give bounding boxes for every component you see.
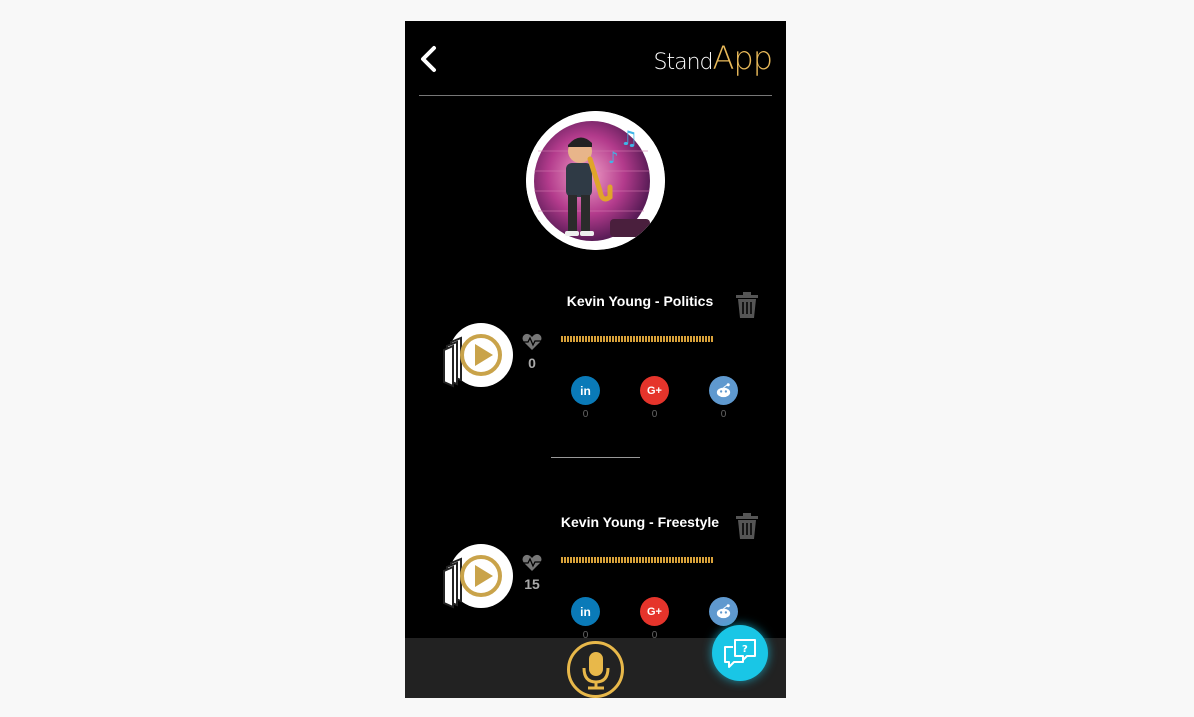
linkedin-icon: in (580, 604, 591, 619)
googleplus-share-count: 0 (651, 409, 658, 420)
trash-icon (736, 292, 758, 318)
svg-text:♪: ♪ (608, 148, 618, 167)
microphone-icon (582, 651, 609, 689)
logo-app-text: App (712, 39, 773, 77)
svg-text:♫: ♫ (620, 126, 638, 150)
play-disc-icon (443, 544, 513, 609)
reddit-icon (716, 604, 731, 619)
play-button[interactable] (443, 320, 513, 390)
app-screen: Stand App ♫ ♪ Kevin Young - Politics 0 i… (405, 21, 786, 698)
like-button[interactable] (522, 333, 542, 351)
googleplus-icon: G+ (647, 605, 662, 618)
audio-waveform[interactable] (561, 557, 714, 563)
play-disc-icon (443, 323, 513, 388)
track-title: Kevin Young - Freestyle (560, 514, 720, 530)
reddit-share-count: 0 (720, 409, 727, 420)
svg-text:?: ? (742, 644, 748, 655)
play-button[interactable] (443, 541, 513, 611)
share-googleplus-button[interactable]: G+ (640, 597, 669, 626)
record-button[interactable] (567, 641, 624, 698)
heart-pulse-icon (522, 333, 542, 350)
audio-waveform[interactable] (561, 336, 714, 342)
share-linkedin-button[interactable]: in (571, 597, 600, 626)
linkedin-share-count: 0 (582, 409, 589, 420)
help-chat-button[interactable]: ? (712, 625, 768, 681)
track-divider (551, 457, 640, 458)
header-divider (419, 95, 772, 96)
back-button[interactable] (417, 45, 441, 73)
share-reddit-button[interactable] (709, 597, 738, 626)
googleplus-icon: G+ (647, 384, 662, 397)
logo-stand-text: Stand (653, 50, 714, 75)
linkedin-icon: in (580, 383, 591, 398)
track-card: Kevin Young - Politics 0 in 0 G+ 0 0 (405, 289, 786, 489)
like-count: 0 (528, 355, 536, 371)
saxophone-player-avatar: ♫ ♪ (526, 111, 665, 250)
share-reddit-button[interactable] (709, 376, 738, 405)
like-count: 15 (524, 576, 540, 592)
share-googleplus-button[interactable]: G+ (640, 376, 669, 405)
delete-track-button[interactable] (735, 292, 759, 318)
reddit-icon (716, 383, 731, 398)
track-title: Kevin Young - Politics (566, 293, 714, 309)
share-linkedin-button[interactable]: in (571, 376, 600, 405)
heart-pulse-icon (522, 554, 542, 571)
trash-icon (736, 513, 758, 539)
like-button[interactable] (522, 554, 542, 572)
chat-help-icon: ? (724, 639, 756, 668)
delete-track-button[interactable] (735, 513, 759, 539)
chevron-left-icon (421, 46, 436, 72)
profile-avatar: ♫ ♪ (526, 111, 665, 250)
app-logo: Stand App (653, 39, 773, 77)
